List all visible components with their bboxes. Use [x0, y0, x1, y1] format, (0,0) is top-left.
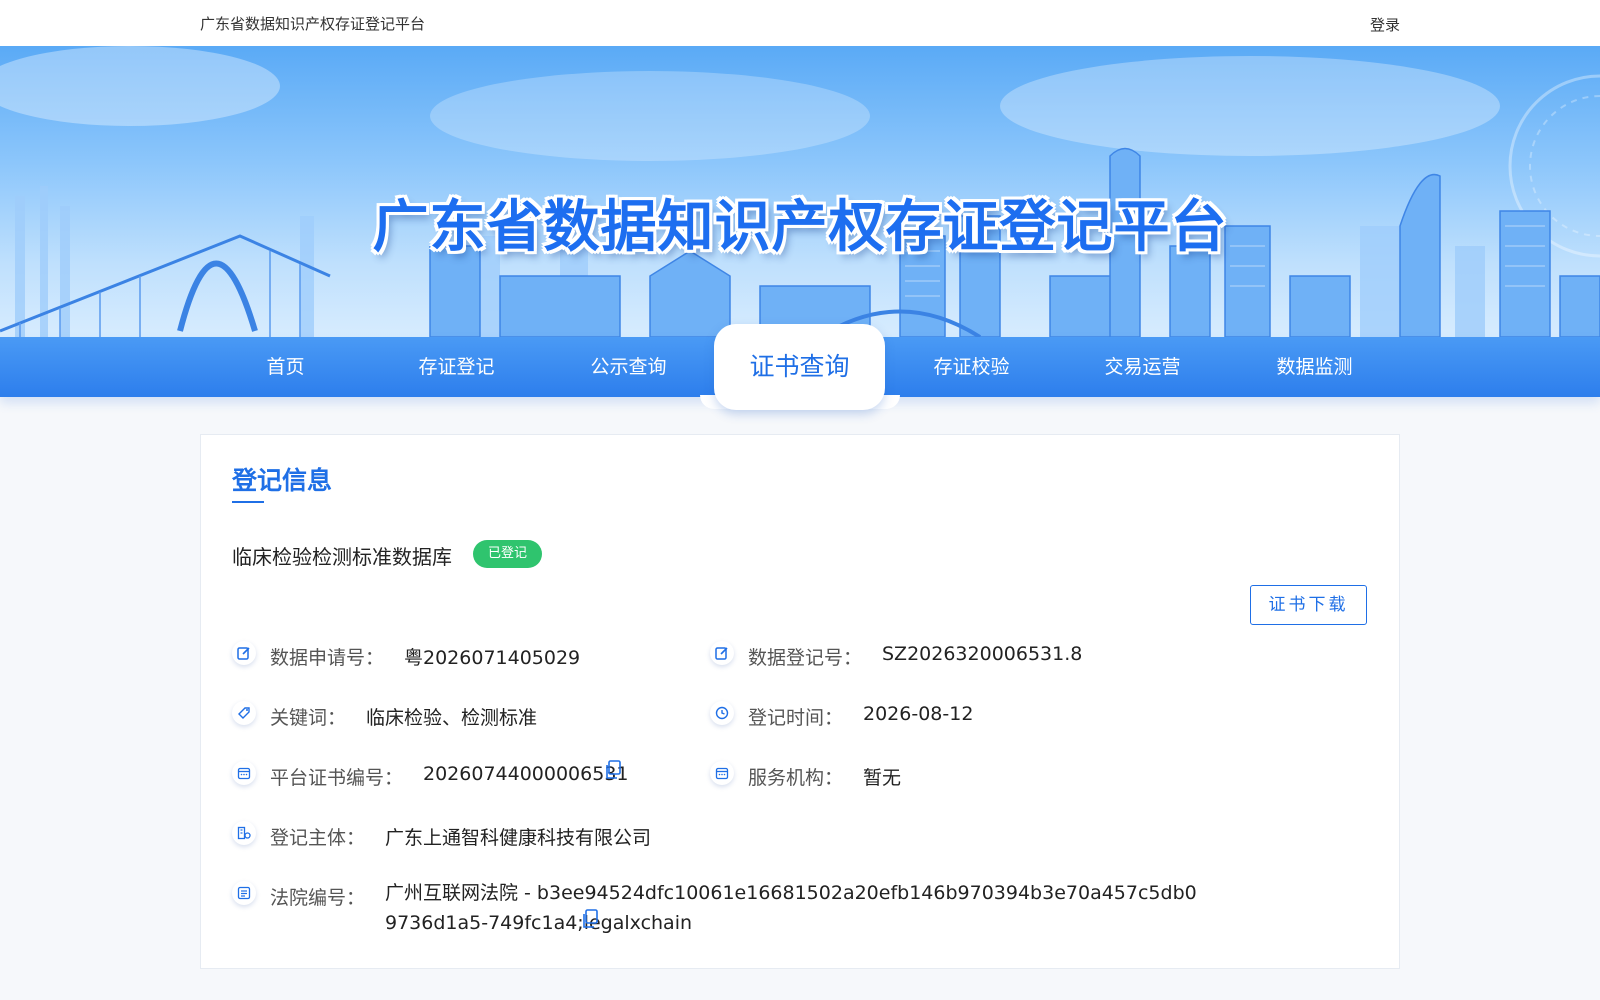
nav-item-public-query[interactable]: 公示查询 [543, 337, 714, 397]
field-label: 平台证书编号： [270, 767, 404, 789]
calendar-icon [710, 761, 734, 785]
field-registration-time: 登记时间： 2026-08-12 [710, 701, 1170, 729]
certificate-download-button[interactable]: 证书下载 [1250, 585, 1367, 625]
field-court-no: 法院编号： 广州互联网法院 - b3ee94524dfc10061e166815… [232, 881, 1212, 943]
field-value: 2026-08-12 [863, 703, 974, 725]
field-value: 粤2026071405029 [404, 647, 581, 669]
hero-banner: 广东省数据知识产权存证登记平台 [0, 46, 1600, 337]
site-title: 广东省数据知识产权存证登记平台 [200, 15, 426, 33]
field-value: SZ2026320006531.8 [882, 643, 1083, 665]
section-title-underline [232, 501, 264, 503]
field-certificate-no: 平台证书编号： 20260744000006531 [232, 760, 672, 789]
nav-items: 首页 存证登记 公示查询 证书查询 存证校验 交易运营 数据监测 [200, 324, 1400, 410]
login-link[interactable]: 登录 [1370, 14, 1400, 35]
nav-item-certificate-query[interactable]: 证书查询 [714, 324, 885, 410]
status-badge: 已登记 [473, 540, 543, 568]
registration-info-card: 登记信息 临床检验检测标准数据库 已登记 证书下载 数据申请号： 粤202607… [200, 434, 1400, 969]
field-label: 数据申请号： [270, 647, 385, 669]
nav-item-data-monitoring[interactable]: 数据监测 [1229, 337, 1400, 397]
nav-item-trading-operations[interactable]: 交易运营 [1057, 337, 1228, 397]
field-value: 暂无 [863, 767, 902, 789]
edit-icon [710, 641, 734, 665]
top-bar: 广东省数据知识产权存证登记平台 登录 [0, 0, 1600, 46]
copy-icon[interactable] [581, 909, 599, 934]
banner-headline: 广东省数据知识产权存证登记平台 [372, 195, 1228, 260]
main-nav: 首页 存证登记 公示查询 证书查询 存证校验 交易运营 数据监测 [0, 324, 1600, 410]
calendar-icon [232, 761, 256, 785]
nav-item-evidence-verification[interactable]: 存证校验 [886, 337, 1057, 397]
org-icon [232, 821, 256, 845]
field-label: 登记时间： [748, 707, 844, 729]
field-value: 临床检验、检测标准 [366, 707, 538, 729]
field-label: 数据登记号： [748, 647, 863, 669]
nav-item-evidence-registration[interactable]: 存证登记 [371, 337, 542, 397]
list-icon [232, 881, 256, 905]
field-value: 广州互联网法院 - b3ee94524dfc10061e16681502a20e… [385, 882, 1197, 934]
clock-icon [710, 701, 734, 725]
field-registrant: 登记主体： 广东上通智科健康科技有限公司 [232, 821, 832, 849]
edit-icon [232, 641, 256, 665]
field-application-no: 数据申请号： 粤2026071405029 [232, 641, 672, 669]
nav-item-home[interactable]: 首页 [200, 337, 371, 397]
field-value: 20260744000006531 [423, 763, 629, 785]
section-title: 登记信息 [232, 466, 333, 495]
field-label: 关键词： [270, 707, 347, 729]
copy-icon[interactable] [604, 760, 622, 785]
tag-icon [232, 701, 256, 725]
dataset-name: 临床检验检测标准数据库 [230, 541, 452, 570]
field-label: 登记主体： [270, 827, 366, 849]
field-registration-no: 数据登记号： SZ2026320006531.8 [710, 641, 1170, 669]
field-label: 法院编号： [270, 887, 366, 909]
field-keywords: 关键词： 临床检验、检测标准 [232, 701, 672, 729]
field-service-agency: 服务机构： 暂无 [710, 761, 1170, 789]
field-value: 广东上通智科健康科技有限公司 [385, 827, 652, 849]
field-label: 服务机构： [748, 767, 844, 789]
